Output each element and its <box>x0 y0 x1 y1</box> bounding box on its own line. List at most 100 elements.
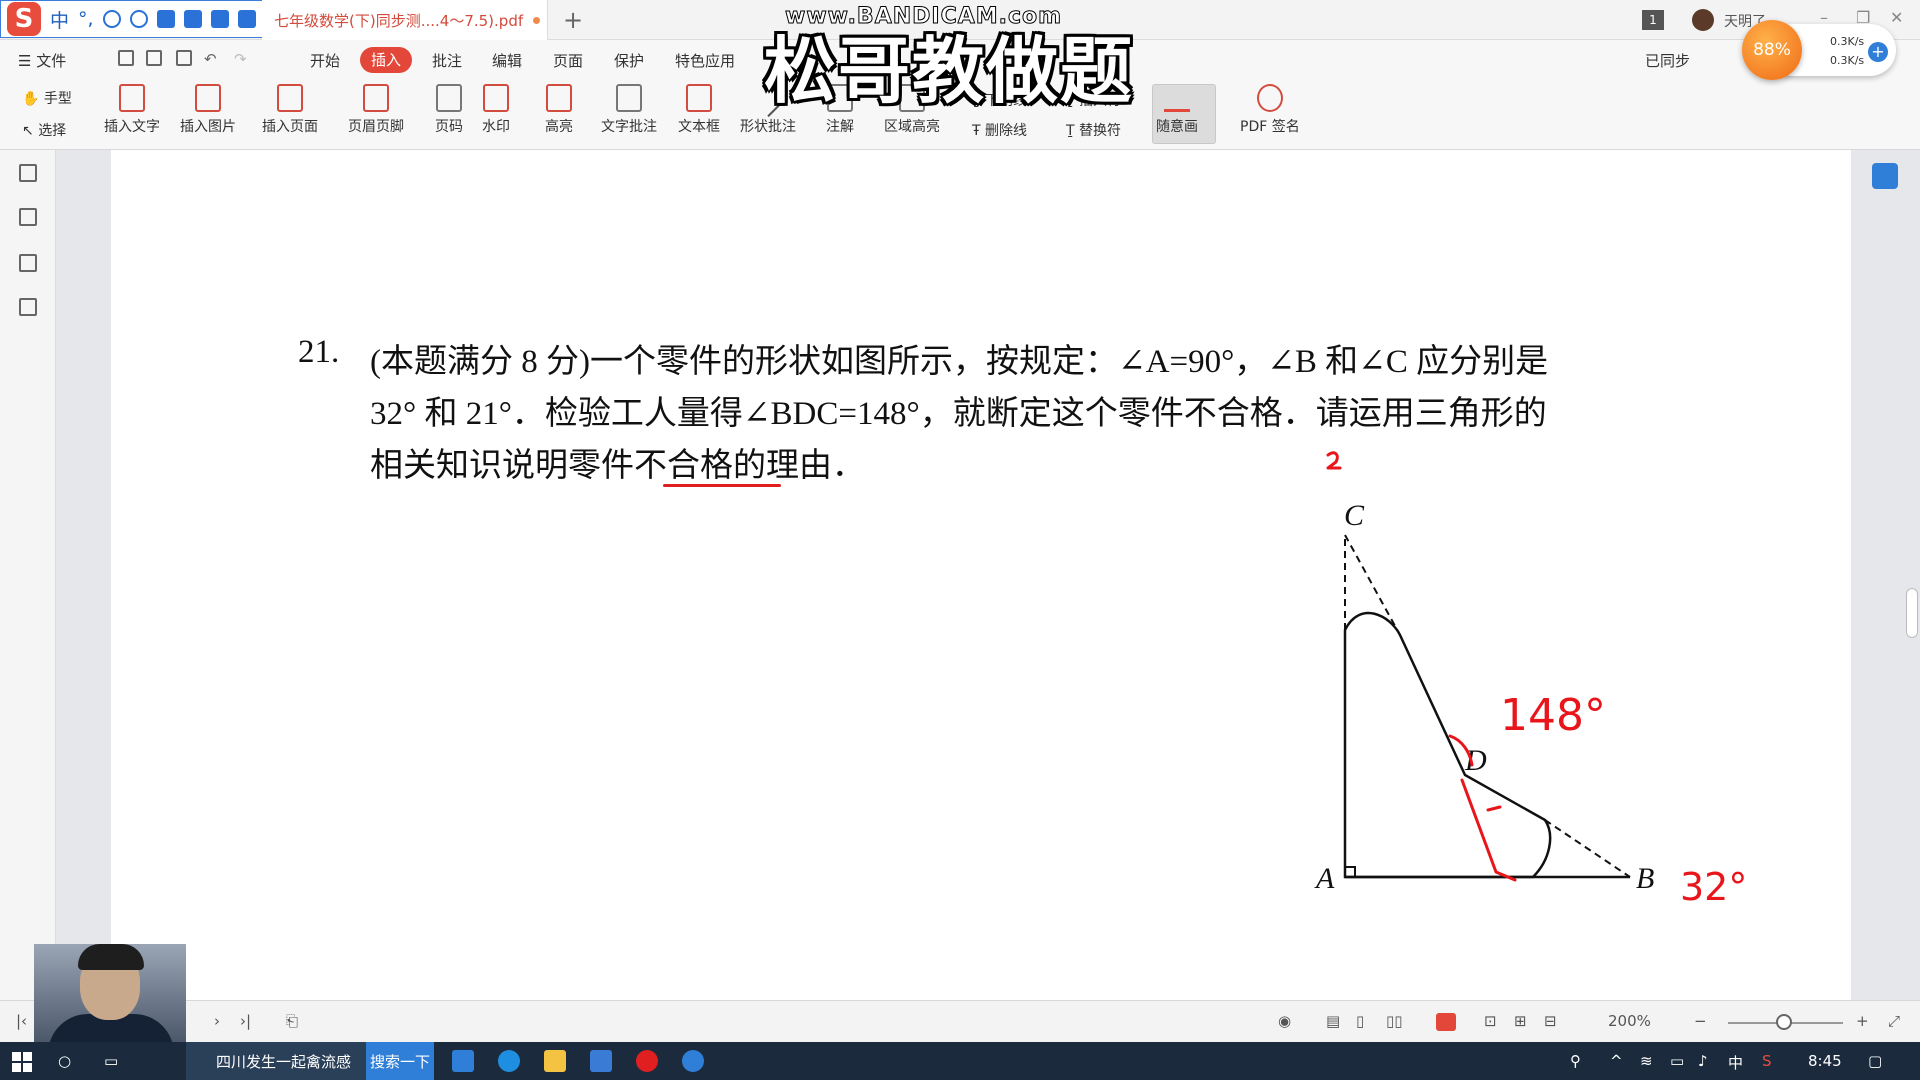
insert-page-button[interactable]: 插入页面 <box>262 84 318 136</box>
document-tab[interactable]: 七年级数学(下)同步测....4～7.5).pdf <box>262 0 548 40</box>
select-tool[interactable]: ↖ 选择 <box>22 120 66 140</box>
replace-mark-button[interactable]: Ṯ 替换符 <box>1066 120 1121 140</box>
windows-start-icon[interactable] <box>12 1052 32 1072</box>
zoom-in-button[interactable]: + <box>1856 1012 1869 1030</box>
single-page-icon[interactable]: ▯ <box>1356 1012 1364 1030</box>
page-number-button[interactable]: 页码 <box>435 84 463 136</box>
grid-icon[interactable] <box>237 10 256 28</box>
next-page-icon[interactable]: › <box>214 1012 220 1030</box>
fit-width-icon[interactable]: ⊟ <box>1544 1012 1557 1030</box>
pdf-sign-label: PDF 签名 <box>1240 119 1300 135</box>
open-icon[interactable] <box>118 50 134 66</box>
scrollbar[interactable] <box>1906 588 1918 638</box>
tab-page[interactable]: 页面 <box>553 50 583 71</box>
textbox-button[interactable]: 文本框 <box>678 84 720 136</box>
new-tab-button[interactable]: + <box>563 6 583 34</box>
people-icon[interactable]: ⚲ <box>1570 1052 1581 1070</box>
print-icon[interactable] <box>176 50 192 66</box>
strikethrough-button[interactable]: Ŧ 删除线 <box>972 120 1027 140</box>
highlight-button[interactable]: 高亮 <box>545 84 573 136</box>
watermark-button[interactable]: 水印 <box>482 84 510 136</box>
double-page-icon[interactable]: ▯▯ <box>1386 1012 1403 1030</box>
tab-protect[interactable]: 保护 <box>614 50 644 71</box>
fullscreen-icon[interactable]: ⤢ <box>1888 1012 1900 1030</box>
explorer-icon[interactable] <box>544 1050 566 1072</box>
freehand-tool[interactable]: 随意画 <box>1156 84 1198 136</box>
notification-icon[interactable]: ▢ <box>1868 1052 1882 1070</box>
undo-icon[interactable]: ↶ <box>204 50 217 68</box>
keyboard-icon[interactable] <box>156 10 175 28</box>
tray-expand-icon[interactable]: ^ <box>1610 1052 1623 1070</box>
user-icon[interactable] <box>183 10 202 28</box>
first-page-icon[interactable]: |‹ <box>16 1012 27 1030</box>
tab-insert[interactable]: 插入 <box>360 47 412 73</box>
sync-status[interactable]: 已同步 <box>1645 50 1690 71</box>
page-add-icon <box>277 84 303 112</box>
avatar[interactable] <box>1692 9 1714 31</box>
save-icon[interactable] <box>146 50 162 66</box>
record-icon[interactable] <box>636 1050 658 1072</box>
ime-punct-toggle[interactable]: °, <box>78 8 94 30</box>
redo-icon[interactable]: ↷ <box>234 50 247 68</box>
continuous-view-icon[interactable]: ▤ <box>1326 1012 1340 1030</box>
battery-icon[interactable]: ▭ <box>1670 1052 1684 1070</box>
eye-protect-icon[interactable]: ◉ <box>1278 1012 1291 1030</box>
hand-tool[interactable]: ✋ 手型 <box>22 88 72 108</box>
taskbar-news[interactable]: 四川发生一起禽流感 <box>186 1042 366 1080</box>
browser-icon[interactable] <box>682 1050 704 1072</box>
unsaved-dot-icon <box>533 16 541 24</box>
ime-toolbar[interactable]: S 中 °, <box>0 0 263 38</box>
thumbnail-icon[interactable] <box>19 208 37 226</box>
dashed-db <box>1544 819 1631 878</box>
emoji-icon[interactable] <box>102 10 121 28</box>
input-lang[interactable]: 中 <box>1728 1052 1743 1073</box>
tab-start[interactable]: 开始 <box>310 50 340 71</box>
taskbar-search-button[interactable]: 搜索一下 <box>366 1042 434 1080</box>
watermark-label: 水印 <box>482 119 510 135</box>
tab-edit[interactable]: 编辑 <box>492 50 522 71</box>
zoom-slider-handle[interactable] <box>1776 1014 1792 1030</box>
signature-panel-icon[interactable] <box>19 298 37 316</box>
app-icon[interactable] <box>590 1050 612 1072</box>
annotation-icon[interactable] <box>19 254 37 272</box>
cortana-icon[interactable]: ○ <box>58 1052 71 1070</box>
last-page-icon[interactable]: ›| <box>240 1012 251 1030</box>
insert-text-button[interactable]: 插入文字 <box>104 84 160 136</box>
insert-image-button[interactable]: 插入图片 <box>180 84 236 136</box>
file-menu[interactable]: ☰ 文件 <box>18 50 66 71</box>
wps-app-icon[interactable] <box>452 1050 474 1072</box>
taskbar-news-label: 四川发生一起禽流感 <box>216 1052 352 1071</box>
handwritten-underline <box>663 484 781 487</box>
actual-size-icon[interactable]: ⊡ <box>1484 1012 1497 1030</box>
microphone-icon[interactable] <box>129 10 148 28</box>
convert-icon[interactable] <box>1872 163 1898 189</box>
network-ball[interactable]: 88% <box>1742 20 1802 80</box>
sogou-logo-icon[interactable]: S <box>7 2 41 36</box>
close-button[interactable]: ✕ <box>1890 8 1903 27</box>
wifi-icon[interactable]: ≋ <box>1640 1052 1653 1070</box>
back-icon[interactable]: ⎗ <box>286 1012 298 1030</box>
highlight-icon <box>546 84 572 112</box>
play-icon[interactable] <box>1436 1013 1456 1031</box>
clock[interactable]: 8:45 <box>1808 1052 1842 1070</box>
volume-icon[interactable]: ♪ <box>1698 1052 1708 1070</box>
pdf-sign-button[interactable]: PDF 签名 <box>1240 84 1300 136</box>
handwritten-construction-line <box>1460 778 1517 882</box>
plus-icon[interactable]: + <box>1868 42 1888 62</box>
edge-icon[interactable] <box>498 1050 520 1072</box>
taskbar: ○ ▭ 四川发生一起禽流感 搜索一下 ⚲ ^ ≋ ▭ ♪ 中 S 8:45 ▢ <box>0 1042 1920 1080</box>
tab-annotate[interactable]: 批注 <box>432 50 462 71</box>
text-annot-button[interactable]: 文字批注 <box>601 84 657 136</box>
zoom-out-button[interactable]: − <box>1694 1012 1707 1030</box>
sogou-tray-icon[interactable]: S <box>1762 1052 1772 1070</box>
task-view-icon[interactable]: ▭ <box>104 1052 118 1070</box>
header-footer-button[interactable]: 页眉页脚 <box>348 84 404 136</box>
label-c: C <box>1344 499 1365 532</box>
fit-page-icon[interactable]: ⊞ <box>1514 1012 1527 1030</box>
tab-special[interactable]: 特色应用 <box>675 50 735 71</box>
ime-lang-toggle[interactable]: 中 <box>50 6 69 33</box>
zoom-level[interactable]: 200% <box>1608 1012 1651 1030</box>
page-count-badge[interactable]: 1 <box>1642 10 1664 30</box>
outline-icon[interactable] <box>19 164 37 182</box>
shirt-icon[interactable] <box>210 10 229 28</box>
